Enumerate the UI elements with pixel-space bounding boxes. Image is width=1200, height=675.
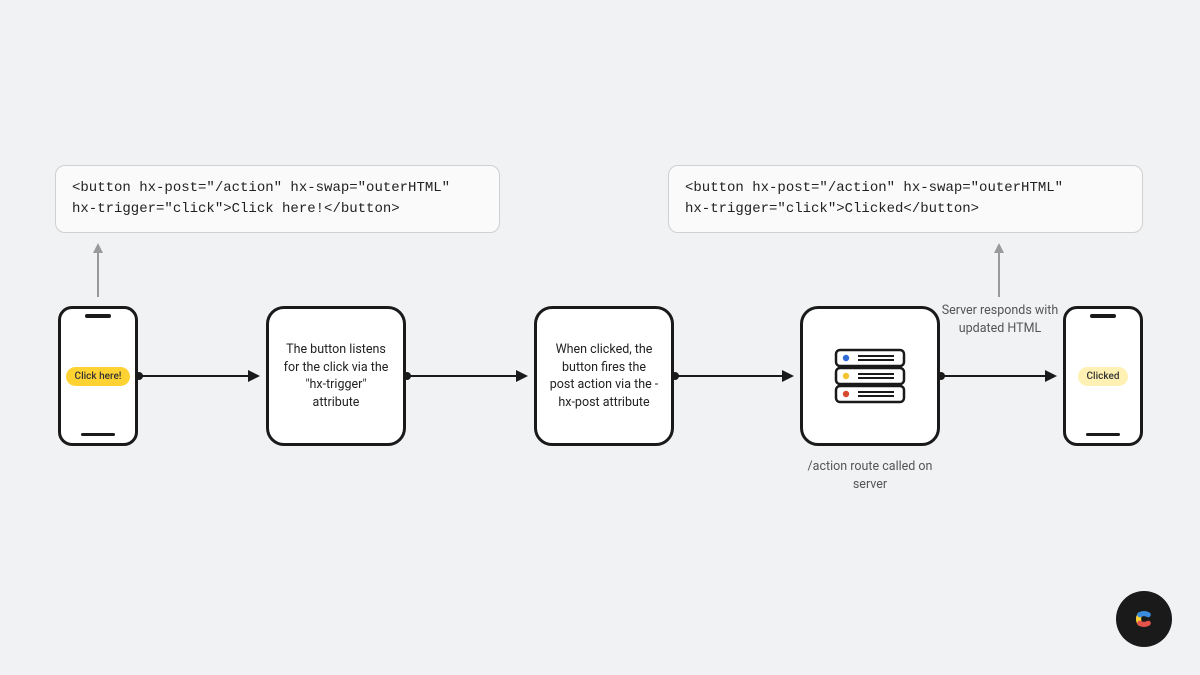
- step-text: The button listens for the click via the…: [281, 341, 391, 411]
- phone-button-before: Click here!: [66, 367, 131, 386]
- phone-button-after: Clicked: [1078, 367, 1129, 386]
- arrow-4: [942, 375, 1055, 377]
- step-text: When clicked, the button fires the post …: [549, 341, 659, 411]
- connector-up-left: [97, 245, 99, 297]
- contentful-logo-icon: [1127, 602, 1161, 636]
- arrow-3: [676, 375, 792, 377]
- code-snippet-before: <button hx-post="/action" hx-swap="outer…: [55, 165, 500, 233]
- server-icon: [834, 348, 906, 404]
- arrow-1: [140, 375, 258, 377]
- arrow-2: [408, 375, 526, 377]
- connector-up-right: [998, 245, 1000, 297]
- step-box-trigger: The button listens for the click via the…: [266, 306, 406, 446]
- code-snippet-after: <button hx-post="/action" hx-swap="outer…: [668, 165, 1143, 233]
- response-caption: Server responds with updated HTML: [940, 302, 1060, 337]
- server-box: [800, 306, 940, 446]
- phone-before: Click here!: [58, 306, 138, 446]
- phone-after: Clicked: [1063, 306, 1143, 446]
- server-caption: /action route called on server: [800, 458, 940, 493]
- contentful-logo: [1116, 591, 1172, 647]
- step-box-post: When clicked, the button fires the post …: [534, 306, 674, 446]
